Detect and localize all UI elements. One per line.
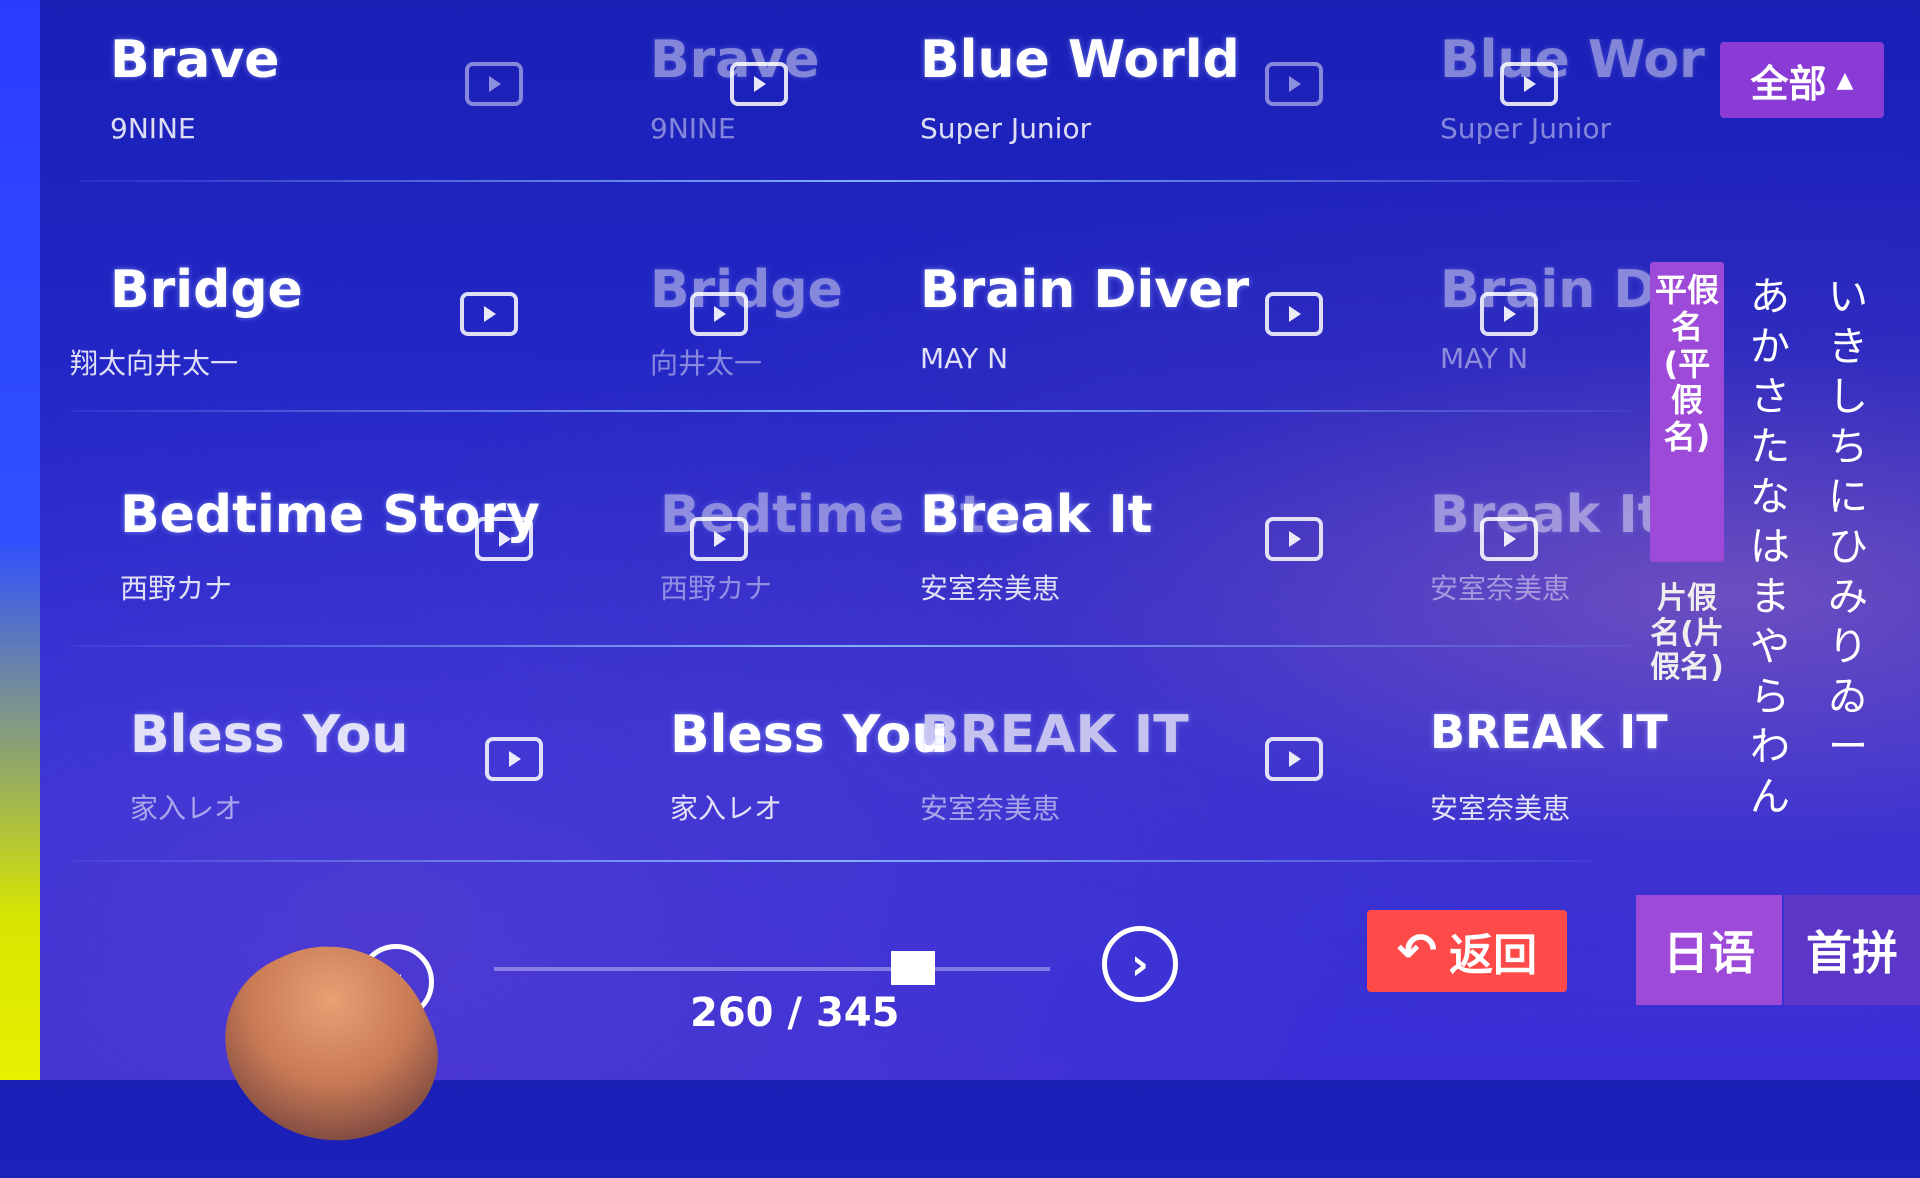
row-divider	[70, 410, 1630, 412]
row-divider	[70, 860, 1590, 862]
screen-bezel	[0, 0, 40, 1080]
play-video-icon	[690, 517, 748, 561]
song-title: Bridge	[110, 260, 303, 320]
song-title: Blue Wor	[1440, 30, 1705, 90]
song-artist: 向井太一	[650, 347, 763, 380]
tab-hiragana[interactable]: 平假名(平假名)	[1650, 262, 1724, 562]
song-artist: 家入レオ	[670, 792, 783, 825]
song-card[interactable]: Blue World Super Junior	[890, 0, 1390, 200]
play-video-icon[interactable]	[1265, 517, 1323, 561]
song-card[interactable]: Brave 9NINE	[80, 0, 580, 200]
user-finger	[197, 912, 463, 1178]
song-title: Bless You	[130, 705, 409, 765]
song-artist: 家入レオ	[130, 792, 243, 825]
caret-up-icon: ▲	[1836, 67, 1854, 93]
song-artist: MAY N	[920, 342, 1009, 375]
tab-katakana[interactable]: 片假名(片假名)	[1650, 581, 1724, 842]
song-artist: MAY N	[1440, 342, 1529, 375]
song-artist: 安室奈美恵	[920, 792, 1061, 825]
song-card-ghost: BREAK IT 安室奈美恵	[1400, 675, 1668, 875]
row-divider	[70, 645, 1630, 647]
play-video-icon	[1480, 292, 1538, 336]
filter-label: 全部	[1750, 61, 1827, 106]
song-card[interactable]: Bless You 家入レオ	[100, 675, 600, 875]
play-video-icon	[690, 292, 748, 336]
song-artist: 安室奈美恵	[920, 572, 1061, 605]
song-artist: Super Junior	[920, 112, 1092, 145]
song-card[interactable]: Break It 安室奈美恵	[890, 455, 1390, 655]
filter-all-button[interactable]: 全部 ▲	[1720, 42, 1884, 118]
song-artist: 安室奈美恵	[1430, 792, 1571, 825]
song-title: Break It	[920, 485, 1153, 545]
next-page-button[interactable]: ›	[1102, 926, 1178, 1002]
song-artist: 翔太向井太一	[70, 347, 239, 380]
play-video-icon[interactable]	[460, 292, 518, 336]
tab-japanese[interactable]: 日语	[1636, 895, 1782, 1005]
play-video-icon[interactable]	[475, 517, 533, 561]
play-video-icon	[1480, 517, 1538, 561]
play-video-icon[interactable]	[1265, 737, 1323, 781]
song-title: Brain Diver	[920, 260, 1250, 320]
kana-column-a[interactable]: あかさたなはまやらわん	[1740, 272, 1800, 822]
song-card-ghost: Break It 安室奈美恵	[1400, 455, 1663, 655]
song-title: BREAK IT	[1430, 705, 1668, 759]
song-artist: 西野カナ	[660, 572, 773, 605]
song-card-ghost: Brave 9NINE	[620, 0, 920, 200]
song-artist: 安室奈美恵	[1430, 572, 1571, 605]
song-artist: 9NINE	[650, 112, 736, 145]
back-label: 返回	[1449, 930, 1538, 981]
play-video-icon[interactable]	[465, 62, 523, 106]
chevron-right-icon: ›	[1130, 938, 1150, 990]
play-video-icon	[1500, 62, 1558, 106]
row-divider	[80, 180, 1640, 182]
play-video-icon[interactable]	[485, 737, 543, 781]
song-card-ghost: Bridge 向井太一	[620, 230, 920, 430]
back-button[interactable]: ↶ 返回	[1367, 910, 1567, 992]
song-title: Brave	[110, 30, 280, 90]
song-card[interactable]: BREAK IT 安室奈美恵	[890, 675, 1390, 875]
play-video-icon	[730, 62, 788, 106]
page-slider-track[interactable]	[494, 967, 1050, 971]
tab-pinyin[interactable]: 首拼	[1784, 895, 1920, 1005]
song-title: Blue World	[920, 30, 1240, 90]
back-arrow-icon: ↶	[1396, 923, 1438, 979]
song-grid: Brave 9NINE Brave 9NINE Blue World Super…	[70, 0, 1708, 880]
kana-column-i[interactable]: いきしちにひみりゐー	[1818, 272, 1878, 772]
play-video-icon[interactable]	[1265, 292, 1323, 336]
song-card[interactable]: Brain Diver MAY N	[890, 230, 1390, 430]
play-video-icon[interactable]	[1265, 62, 1323, 106]
song-card[interactable]: Bedtime Story 西野カナ	[90, 455, 590, 655]
song-artist: Super Junior	[1440, 112, 1612, 145]
song-card-ghost: Bedtime Sto 西野カナ	[630, 455, 1020, 655]
song-card-ghost: Bless You 家入レオ	[640, 675, 948, 875]
song-title: Break It	[1430, 485, 1663, 545]
song-card-ghost: Brain Div MAY N	[1410, 230, 1708, 430]
song-title: BREAK IT	[920, 705, 1189, 765]
song-artist: 西野カナ	[120, 572, 233, 605]
song-card[interactable]: Bridge 翔太向井太一	[70, 230, 580, 430]
song-card-ghost: Blue Wor Super Junior	[1410, 0, 1705, 200]
page-counter: 260 / 345	[690, 990, 900, 1036]
page-slider-thumb[interactable]	[891, 951, 936, 985]
kana-index-panel: 平假名(平假名) 片假名(片假名) あかさたなはまやらわん いきしちにひみりゐー	[1650, 262, 1920, 842]
song-artist: 9NINE	[110, 112, 196, 145]
